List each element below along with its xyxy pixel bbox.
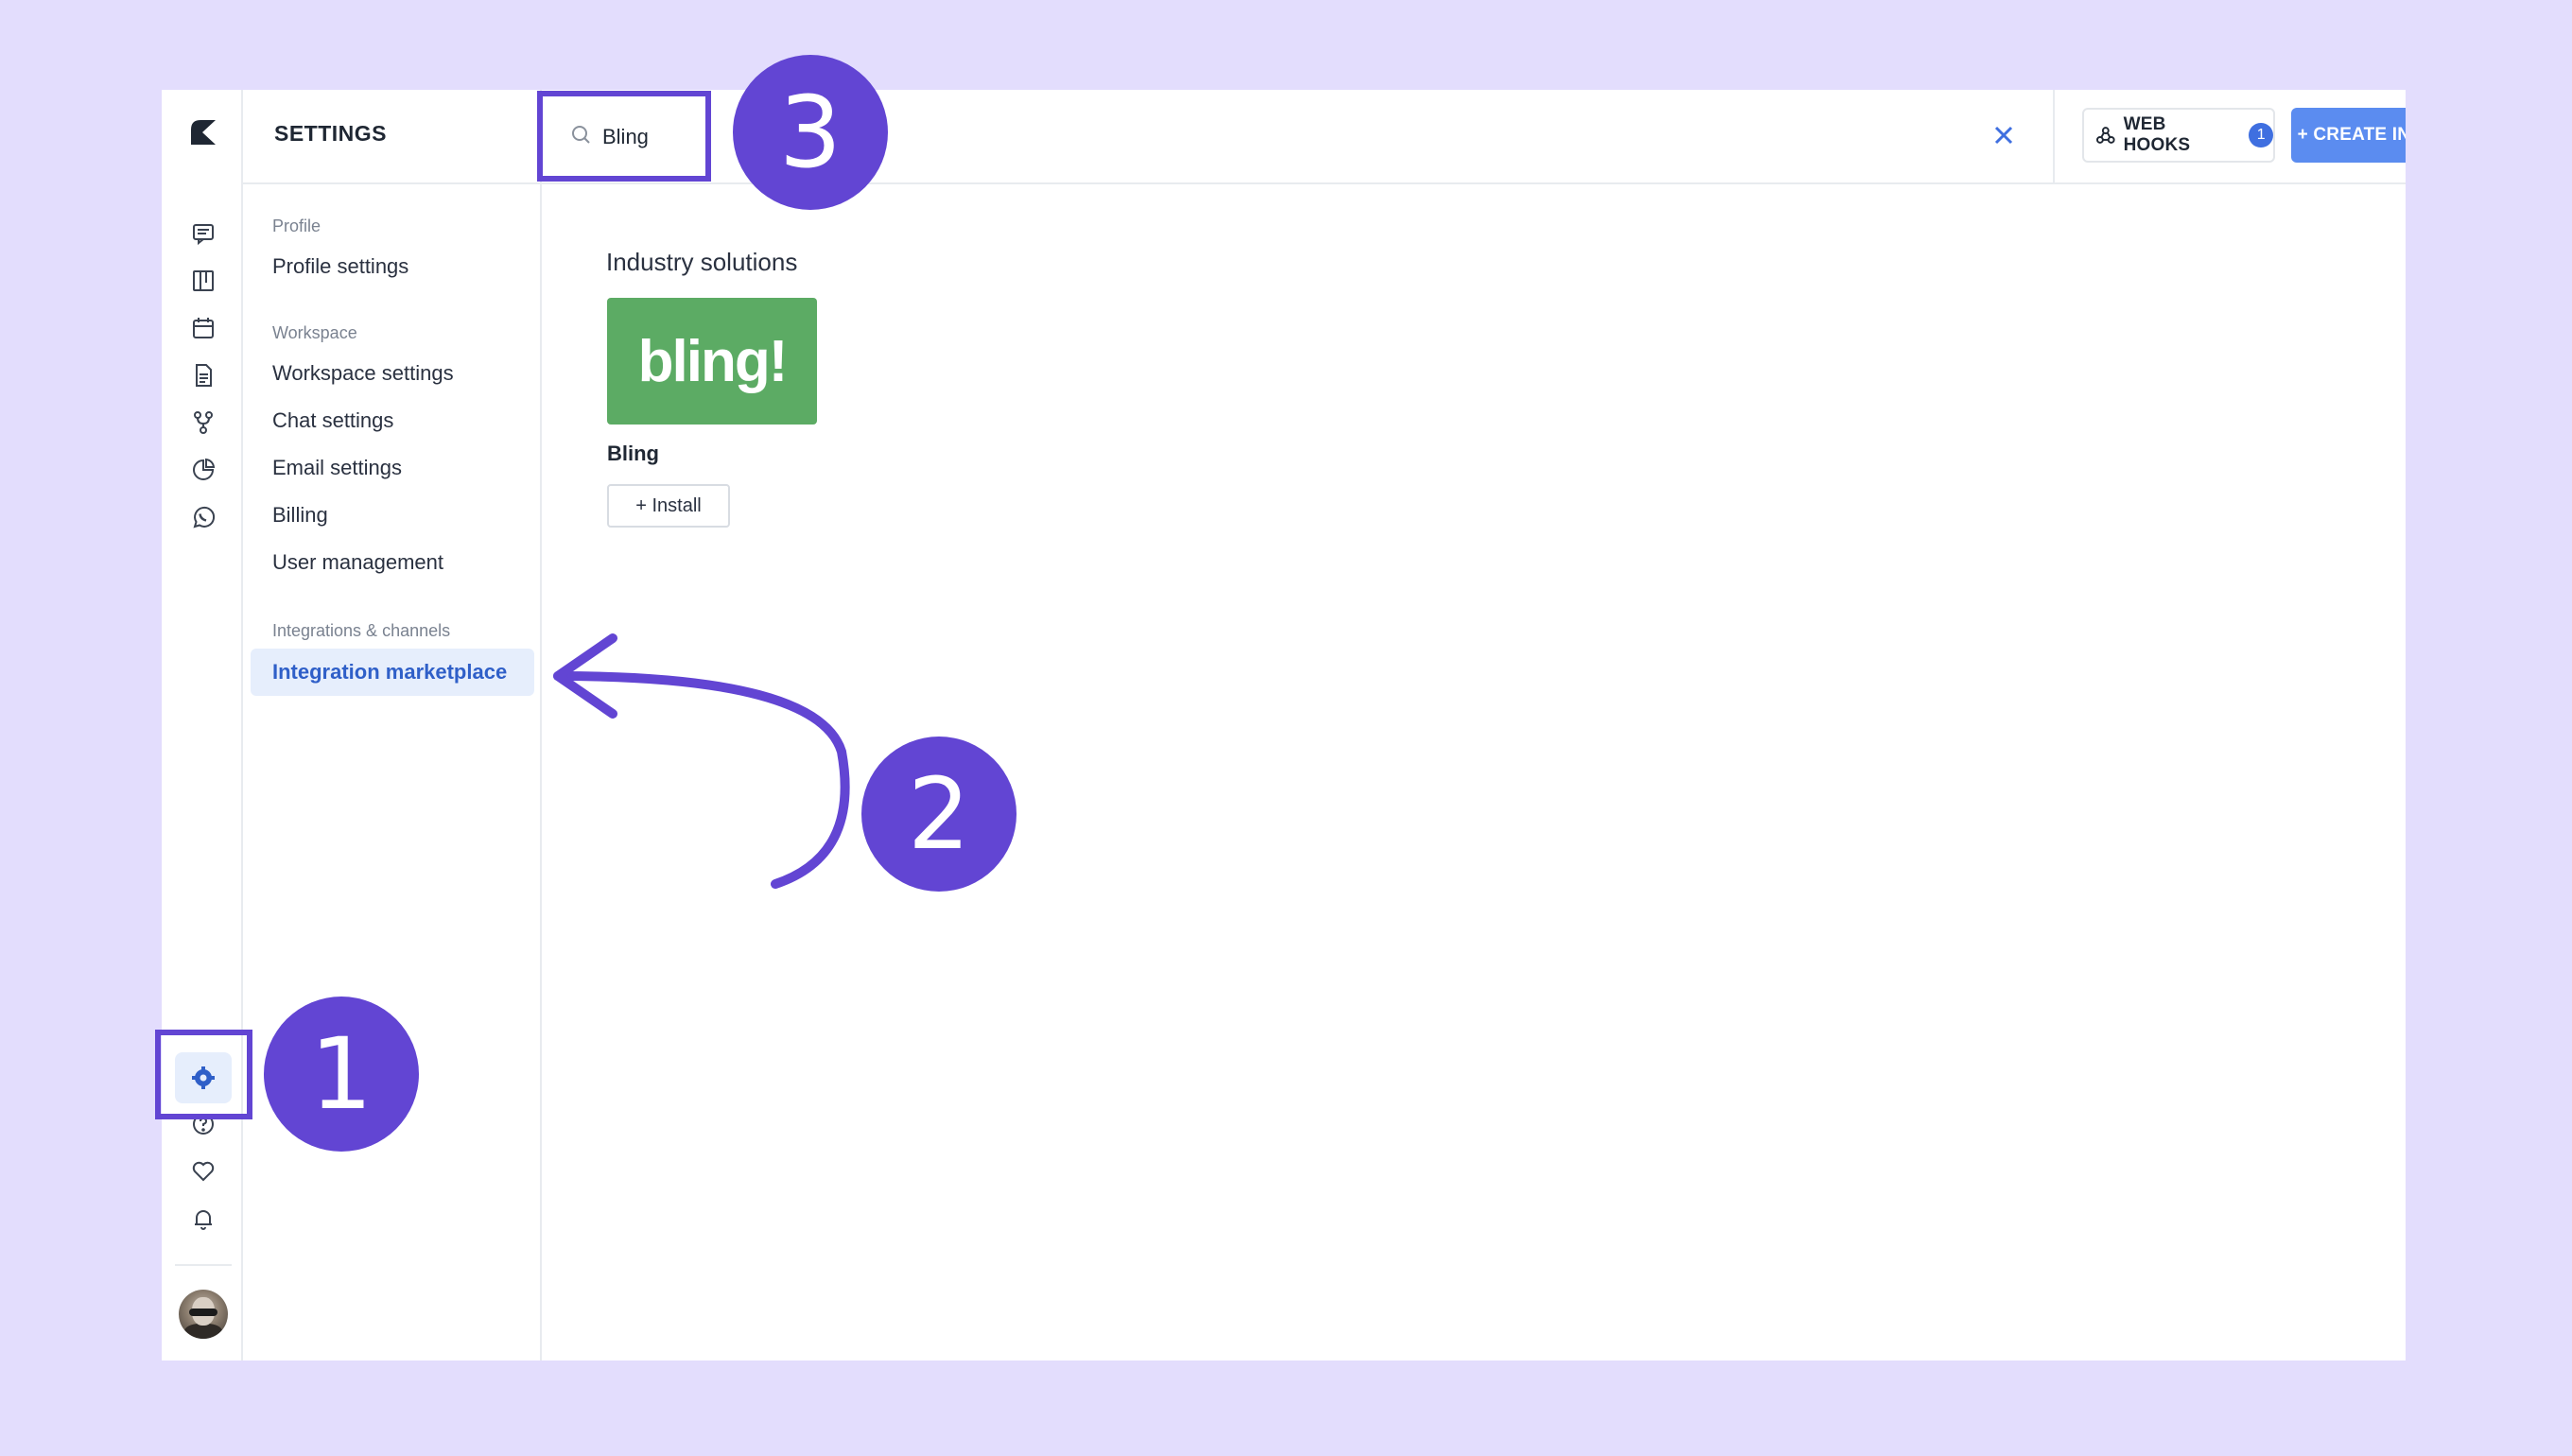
app-window: SETTINGS Profile Profile settings Worksp…	[162, 90, 2406, 1361]
bell-icon[interactable]	[189, 1205, 217, 1233]
webhooks-button[interactable]: WEB HOOKS 1	[2082, 108, 2275, 163]
webhooks-label: WEB HOOKS	[2123, 114, 2191, 155]
nav-item-workspace-settings[interactable]: Workspace settings	[272, 361, 454, 386]
nav-section-workspace: Workspace	[272, 323, 357, 342]
app-logo-icon[interactable]	[187, 116, 219, 148]
nav-section-profile: Profile	[272, 217, 322, 235]
avatar[interactable]	[179, 1290, 228, 1339]
nav-section-integrations: Integrations & channels	[272, 621, 451, 640]
integration-name: Bling	[607, 442, 659, 465]
section-title: Industry solutions	[606, 248, 798, 276]
analytics-icon[interactable]	[189, 456, 217, 484]
page: { "settings": { "title": "SETTINGS", "se…	[0, 0, 2572, 1456]
nav-divider	[243, 182, 542, 184]
install-button[interactable]: + Install	[607, 484, 730, 528]
annotation-marker-1: 1	[264, 997, 419, 1152]
close-search-button[interactable]	[1987, 118, 2021, 152]
webhooks-count-badge: 1	[2249, 123, 2273, 147]
create-integration-button[interactable]: + CREATE INTEGRATION	[2291, 108, 2406, 163]
annotation-box-search	[537, 91, 711, 182]
webhook-icon	[2095, 127, 2115, 144]
settings-nav: SETTINGS Profile Profile settings Worksp…	[243, 90, 542, 1361]
bling-logo[interactable]: bling!	[607, 298, 817, 425]
header-divider	[2053, 90, 2055, 182]
rail-divider	[175, 1264, 232, 1266]
annotation-arrow	[553, 633, 850, 889]
nav-item-email-settings[interactable]: Email settings	[272, 456, 402, 480]
calendar-icon[interactable]	[189, 314, 217, 342]
heart-icon[interactable]	[189, 1157, 217, 1186]
board-icon[interactable]	[189, 267, 217, 295]
annotation-marker-3: 3	[733, 55, 888, 210]
document-icon[interactable]	[189, 361, 217, 390]
chat-icon[interactable]	[189, 219, 217, 248]
icon-rail	[162, 90, 243, 1361]
settings-title: SETTINGS	[274, 121, 388, 146]
close-icon	[1994, 126, 2013, 145]
nav-item-chat-settings[interactable]: Chat settings	[272, 408, 393, 433]
nav-item-profile-settings[interactable]: Profile settings	[272, 254, 408, 279]
annotation-marker-2: 2	[861, 737, 1017, 892]
whatsapp-icon[interactable]	[189, 503, 217, 531]
nav-item-billing[interactable]: Billing	[272, 503, 328, 528]
nav-item-integration-marketplace[interactable]: Integration marketplace	[272, 660, 507, 685]
flow-icon[interactable]	[189, 408, 217, 437]
nav-item-user-management[interactable]: User management	[272, 550, 443, 575]
annotation-box-settings	[155, 1030, 252, 1119]
